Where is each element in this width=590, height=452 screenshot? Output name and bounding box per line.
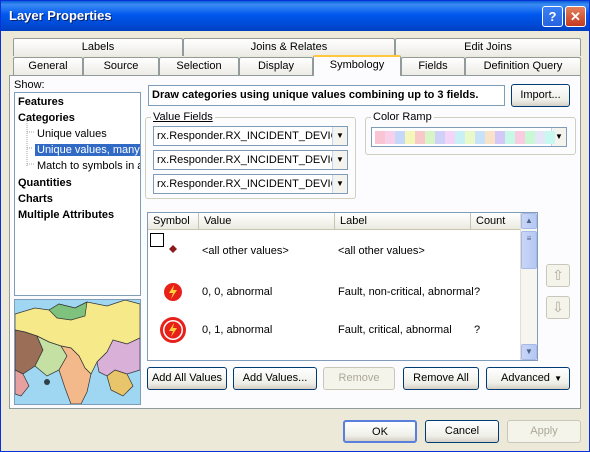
ok-button[interactable]: OK [343,420,417,443]
tab-edit-joins[interactable]: Edit Joins [395,38,581,56]
tab-symbology[interactable]: Symbology [313,55,401,76]
tab-general[interactable]: General [13,57,83,75]
value-field-2-text: rx.Responder.RX_INCIDENT_DEVIC [157,154,339,166]
value-field-2-select[interactable]: rx.Responder.RX_INCIDENT_DEVIC ▼ [153,150,348,170]
color-ramp-swatch [375,131,385,144]
value-field-1-text: rx.Responder.RX_INCIDENT_DEVIC [157,130,339,142]
tree-connector-lines [26,121,35,167]
row-count: ? [474,286,481,298]
column-header-value[interactable]: Value [199,213,335,230]
color-ramp-swatch [535,131,545,144]
tab-display[interactable]: Display [239,57,313,75]
chevron-down-icon[interactable]: ▼ [332,175,347,193]
tab-labels[interactable]: Labels [13,38,183,56]
advanced-label: Advanced [501,372,550,384]
color-ramp-swatch [395,131,405,144]
color-ramp-swatch [465,131,475,144]
lightning-critical-icon [160,317,186,343]
color-ramp-swatch [515,131,525,144]
map-preview-image [14,299,141,405]
color-ramp-swatch [545,131,555,144]
advanced-dropdown-button[interactable]: Advanced ▼ [486,367,570,390]
show-item-multiple-attributes[interactable]: Multiple Attributes [18,209,114,221]
unique-values-table[interactable]: Symbol Value Label Count <all other valu… [147,212,538,361]
table-row[interactable]: 0, 0, abnormal Fault, non-critical, abno… [148,273,522,311]
row-value: 0, 0, abnormal [202,286,273,298]
row-label: <all other values> [338,245,425,257]
color-ramp-select[interactable]: ▼ [371,127,567,147]
tab-definition-query[interactable]: Definition Query [465,57,581,75]
close-button[interactable]: ✕ [565,6,586,27]
map-preview-graphic [15,300,140,404]
scroll-up-arrow-icon[interactable]: ▲ [521,213,537,229]
title-bar[interactable]: Layer Properties ? ✕ [1,1,589,31]
color-ramp-swatch [455,131,465,144]
color-ramp-swatch [475,131,485,144]
row-value: 0, 1, abnormal [202,324,273,336]
tab-source[interactable]: Source [83,57,159,75]
move-down-arrow-icon[interactable]: ⇩ [546,296,570,319]
chevron-down-icon[interactable]: ▼ [332,151,347,169]
tab-joins-relates[interactable]: Joins & Relates [183,38,395,56]
row-label: Fault, non-critical, abnormal [338,286,474,298]
column-header-count[interactable]: Count [471,213,522,230]
color-ramp-swatch [445,131,455,144]
row-label: Fault, critical, abnormal [338,324,452,336]
scroll-down-arrow-icon[interactable]: ▼ [521,344,537,360]
column-header-symbol[interactable]: Symbol [148,213,199,230]
show-item-quantities[interactable]: Quantities [18,177,72,189]
diamond-marker-icon [169,245,177,253]
caret-down-icon: ▼ [554,374,562,383]
help-button[interactable]: ? [542,6,563,27]
apply-button[interactable]: Apply [507,420,581,443]
renderer-description: Draw categories using unique values comb… [148,85,505,106]
color-ramp-swatch [415,131,425,144]
scroll-thumb[interactable]: ≡ [521,231,537,269]
color-ramp-swatch [425,131,435,144]
color-ramp-swatch [385,131,395,144]
value-field-1-select[interactable]: rx.Responder.RX_INCIDENT_DEVIC ▼ [153,126,348,146]
table-row[interactable]: 0, 1, abnormal Fault, critical, abnormal… [148,311,522,349]
table-vertical-scrollbar[interactable]: ▲ ≡ ▼ [520,213,537,360]
add-all-values-button[interactable]: Add All Values [147,367,227,390]
import-button[interactable]: Import... [511,84,570,107]
value-field-3-text: rx.Responder.RX_INCIDENT_DEVIC [157,178,339,190]
cancel-button[interactable]: Cancel [425,420,499,443]
show-item-charts[interactable]: Charts [18,193,53,205]
color-ramp-swatch [505,131,515,144]
column-header-label[interactable]: Label [335,213,471,230]
table-row[interactable]: <all other values> <all other values> [148,231,522,269]
value-fields-label: Value Fields [151,111,215,123]
remove-all-button[interactable]: Remove All [403,367,479,390]
remove-button[interactable]: Remove [323,367,395,390]
chevron-down-icon[interactable]: ▼ [332,127,347,145]
tab-selection[interactable]: Selection [159,57,239,75]
color-ramp-swatch [405,131,415,144]
move-up-arrow-icon[interactable]: ⇧ [546,264,570,287]
color-ramp-swatch [525,131,535,144]
row-count: ? [474,324,481,336]
show-tree[interactable]: Features Categories Unique values Unique… [14,92,141,296]
color-ramp-label: Color Ramp [371,111,434,123]
value-field-3-select[interactable]: rx.Responder.RX_INCIDENT_DEVIC ▼ [153,174,348,194]
show-label: Show: [14,79,45,91]
layer-properties-dialog: Layer Properties ? ✕ Labels Joins & Rela… [0,0,590,452]
color-ramp-swatch [435,131,445,144]
table-header: Symbol Value Label Count [148,213,522,230]
color-ramp-swatch [495,131,505,144]
lightning-fault-icon [164,283,182,301]
color-ramp-swatch [485,131,495,144]
tab-fields[interactable]: Fields [401,57,465,75]
window-title: Layer Properties [9,8,112,23]
checkbox-unchecked[interactable] [150,233,164,247]
add-values-button[interactable]: Add Values... [233,367,317,390]
row-value: <all other values> [202,245,289,257]
